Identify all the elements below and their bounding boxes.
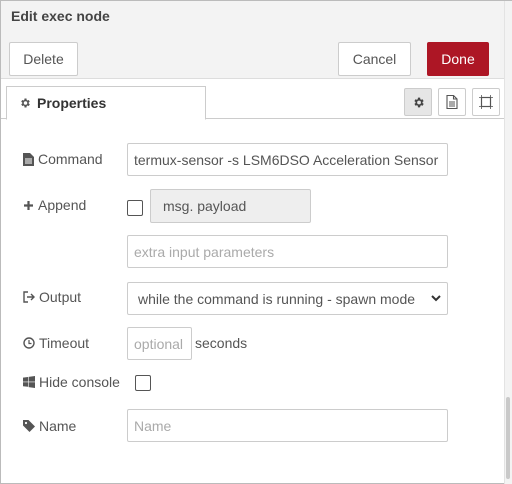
timeout-input[interactable]: optional bbox=[127, 327, 192, 360]
chevron-down-icon bbox=[431, 295, 441, 302]
tab-properties-label: Properties bbox=[37, 95, 107, 111]
edit-tray: Edit exec node Delete Cancel Done Proper… bbox=[0, 0, 512, 484]
gear-icon bbox=[413, 97, 424, 107]
clock-icon bbox=[23, 337, 35, 349]
command-label: Command bbox=[23, 149, 103, 169]
output-select[interactable]: while the command is running - spawn mod… bbox=[127, 282, 448, 315]
done-button[interactable]: Done bbox=[427, 42, 489, 76]
tab-properties[interactable]: Properties bbox=[6, 86, 206, 120]
windows-icon bbox=[23, 376, 35, 388]
output-select-value: while the command is running - spawn mod… bbox=[138, 290, 416, 307]
properties-tab-button[interactable] bbox=[404, 88, 432, 116]
name-label-text: Name bbox=[39, 418, 77, 434]
gear-icon bbox=[21, 98, 30, 108]
tag-icon bbox=[23, 420, 35, 432]
name-label: Name bbox=[23, 416, 76, 436]
timeout-unit: seconds bbox=[195, 335, 248, 351]
hide-console-label-text: Hide console bbox=[39, 374, 120, 390]
append-checkbox[interactable] bbox=[127, 200, 143, 216]
output-label: Output bbox=[23, 287, 81, 307]
plus-icon bbox=[24, 200, 33, 210]
extra-input-field[interactable]: extra input parameters bbox=[127, 235, 448, 268]
sign-out-icon bbox=[23, 291, 35, 303]
append-label-text: Append bbox=[38, 197, 87, 213]
description-tab-button[interactable] bbox=[438, 88, 466, 116]
tray-title: Edit exec node bbox=[11, 8, 110, 24]
timeout-label: Timeout bbox=[23, 333, 89, 353]
timeout-label-text: Timeout bbox=[39, 335, 90, 351]
file-text-icon bbox=[23, 152, 34, 166]
hide-console-checkbox[interactable] bbox=[135, 375, 151, 391]
file-icon bbox=[446, 95, 458, 109]
hide-console-label: Hide console bbox=[23, 372, 120, 392]
output-label-text: Output bbox=[39, 289, 82, 305]
append-label: Append bbox=[23, 195, 86, 215]
name-input[interactable]: Name bbox=[127, 409, 448, 442]
append-payload-box: msg. payload bbox=[150, 189, 311, 223]
appearance-tab-button[interactable] bbox=[472, 88, 500, 116]
command-label-text: Command bbox=[38, 151, 103, 167]
command-input[interactable]: termux-sensor -s LSM6DSO Acceleration Se… bbox=[127, 143, 448, 176]
delete-button[interactable]: Delete bbox=[9, 42, 78, 76]
scrollbar-thumb[interactable] bbox=[506, 397, 510, 479]
frame-icon bbox=[479, 95, 493, 109]
cancel-button[interactable]: Cancel bbox=[338, 42, 411, 76]
